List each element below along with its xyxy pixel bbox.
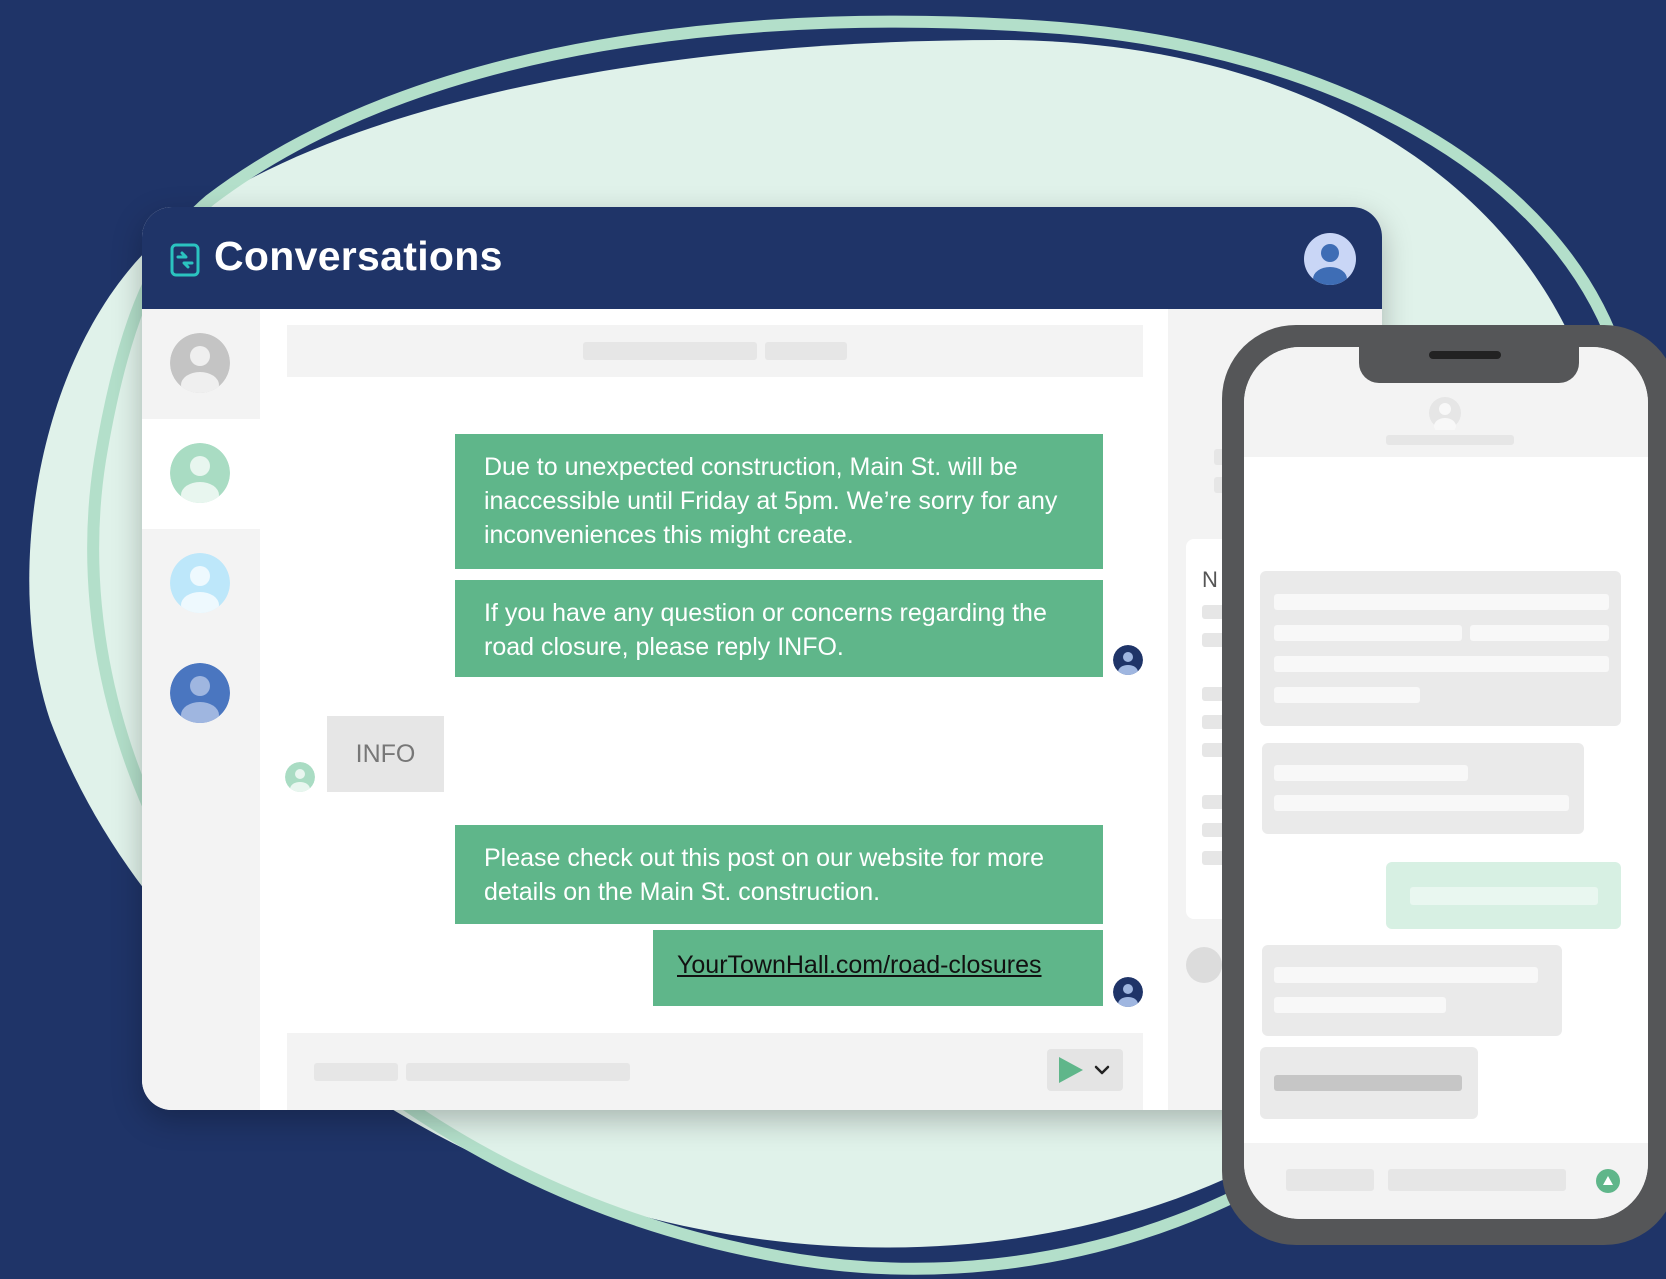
person-icon [170, 333, 230, 393]
send-icon [1059, 1057, 1110, 1083]
contacts-sidebar [142, 309, 260, 1110]
person-icon [170, 663, 230, 723]
agent-avatar-icon [1113, 977, 1143, 1007]
message-composer [287, 1033, 1143, 1110]
user-avatar-icon[interactable] [1304, 233, 1356, 285]
app-logo-icon [170, 243, 200, 277]
agent-avatar-icon [1113, 645, 1143, 675]
mobile-phone [1222, 325, 1666, 1245]
conversations-window: Conversations N Due to unexpected constr… [142, 207, 1382, 1110]
contact-item[interactable] [142, 639, 260, 749]
phone-notch [1359, 347, 1579, 383]
person-icon [170, 443, 230, 503]
app-title: Conversations [214, 233, 503, 279]
outgoing-message: If you have any question or concerns reg… [455, 580, 1103, 677]
phone-screen [1244, 347, 1648, 1219]
details-label: N [1202, 567, 1218, 592]
person-icon [1429, 397, 1461, 430]
contact-item[interactable] [142, 309, 260, 419]
contact-item[interactable] [142, 529, 260, 639]
person-icon [170, 553, 230, 613]
title-bar: Conversations [142, 207, 1382, 309]
contact-item-active[interactable] [142, 419, 260, 529]
outgoing-link-message: YourTownHall.com/road-closures [653, 930, 1103, 1006]
outgoing-message: Due to unexpected construction, Main St.… [455, 434, 1103, 569]
outgoing-message: Please check out this post on our websit… [455, 825, 1103, 924]
send-up-icon[interactable] [1595, 1168, 1621, 1194]
road-closures-link[interactable]: YourTownHall.com/road-closures [677, 951, 1042, 979]
chat-header [287, 325, 1143, 377]
incoming-message: INFO [327, 716, 444, 792]
phone-composer [1244, 1143, 1648, 1219]
contact-avatar-icon [285, 762, 315, 792]
composer-input-placeholder[interactable] [314, 1063, 398, 1081]
send-button[interactable] [1047, 1049, 1123, 1091]
